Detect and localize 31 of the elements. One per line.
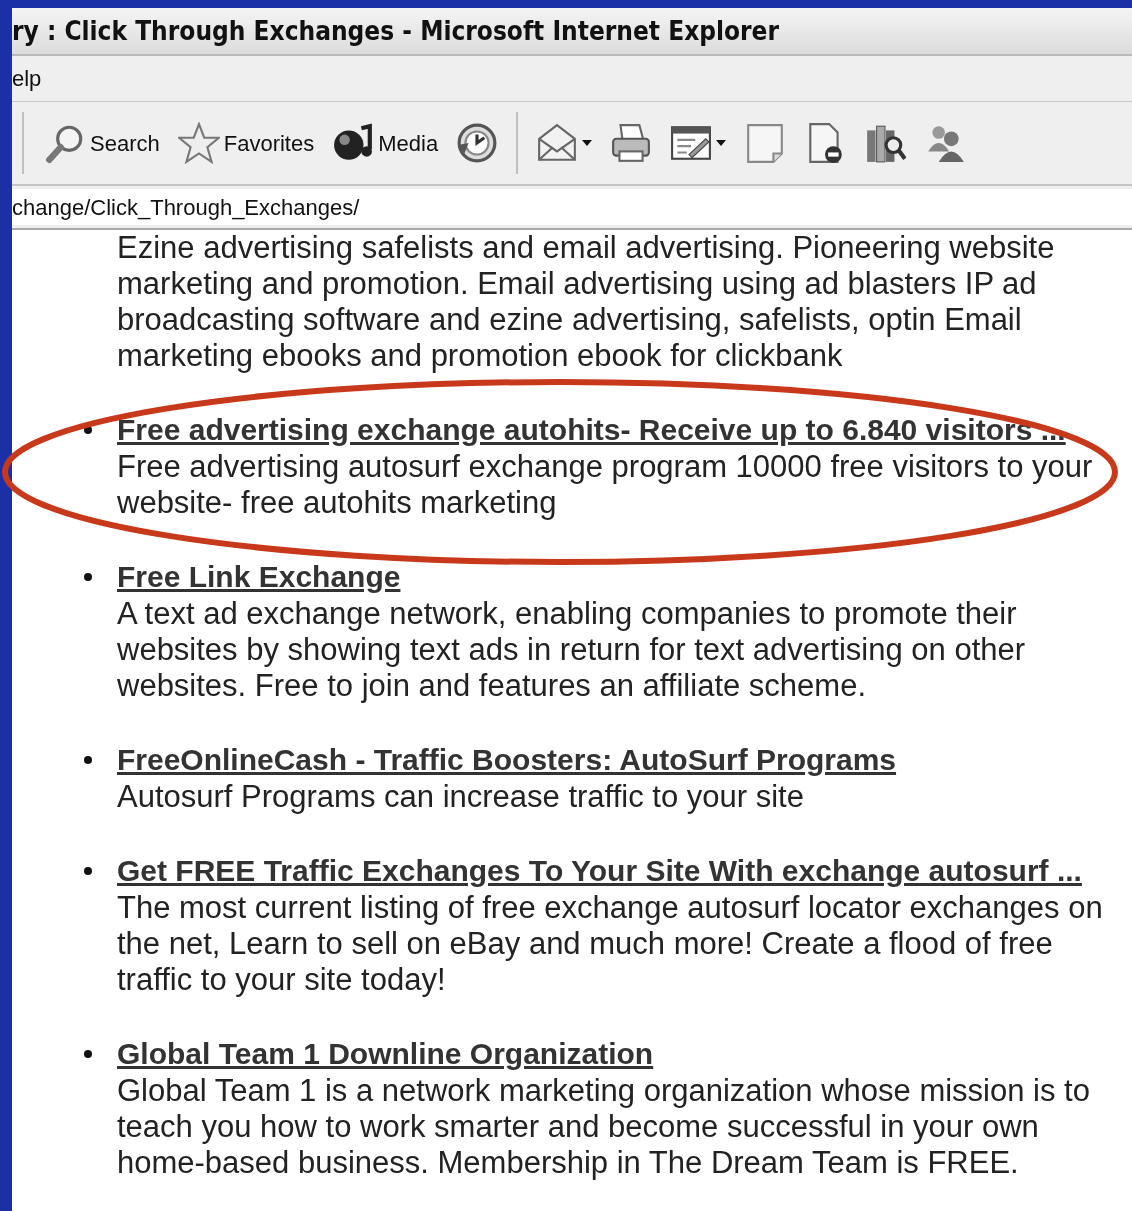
- window-title: ry : Click Through Exchanges - Microsoft Internet Explorer: [12, 14, 780, 48]
- bullet: [84, 867, 92, 875]
- address-field[interactable]: change/Click_Through_Exchanges/: [12, 189, 1132, 225]
- bullet: [84, 573, 92, 581]
- bullet: [84, 1050, 92, 1058]
- mail-button[interactable]: [536, 122, 579, 164]
- search-button[interactable]: Search: [44, 122, 160, 164]
- result-description: Autosurf Programs can increase traffic to your site: [117, 779, 805, 815]
- bullet: [84, 426, 92, 434]
- caret-icon[interactable]: [582, 140, 593, 146]
- result-link[interactable]: Free Link Exchange: [117, 558, 1117, 596]
- history-icon: [456, 122, 499, 164]
- result-link[interactable]: Get FREE Traffic Exchanges To Your Site With exchange autosurf ...: [117, 852, 1117, 890]
- result-link[interactable]: FreeOnlineCash - Traffic Boosters: AutoSurf Programs: [117, 741, 1117, 779]
- result-link[interactable]: Free advertising exchange autohits- Receive up to 6.840 visitors ...: [117, 411, 1117, 449]
- result-description: A text ad exchange network, enabling companies to promote their websites by showing text ads in return for text advertising on other websites. Free to join and features an affiliate scheme.: [117, 596, 1027, 704]
- favorites-button[interactable]: Favorites: [177, 122, 315, 164]
- menu-item[interactable]: elp: [12, 62, 42, 95]
- printer-button[interactable]: [610, 122, 653, 164]
- printer-icon: [610, 122, 653, 164]
- result-description: Ezine advertising safelists and email advertising. Pioneering website marketing and promotion. Email advertising using ad blasters IP ad broadcasting software and ezine advertising, safelists, optin Email marketing ebooks and promotion ebook for clickbank: [117, 230, 1056, 374]
- result-description: Global Team 1 is a network marketing organization whose mission is to teach you how to work smarter and become successful in your own home-based business. Membership in The Dream Team is FREE.: [117, 1073, 1091, 1181]
- bullet: [84, 756, 92, 764]
- media-button[interactable]: Media: [332, 122, 439, 164]
- result-description: Free advertising autosurf exchange program 10000 free visitors to your website- free autohits marketing: [117, 449, 1094, 521]
- caret-icon[interactable]: [716, 140, 727, 146]
- star-icon: [177, 122, 220, 164]
- mail-icon: [536, 122, 579, 164]
- result-link[interactable]: Global Team 1 Downline Organization: [117, 1035, 1117, 1073]
- result-description: The most current listing of free exchange autosurf locator exchanges on the net, Learn to sell on eBay and much more! Create a flood of free traffic to your site today!: [117, 890, 1104, 998]
- history-button[interactable]: [456, 122, 499, 164]
